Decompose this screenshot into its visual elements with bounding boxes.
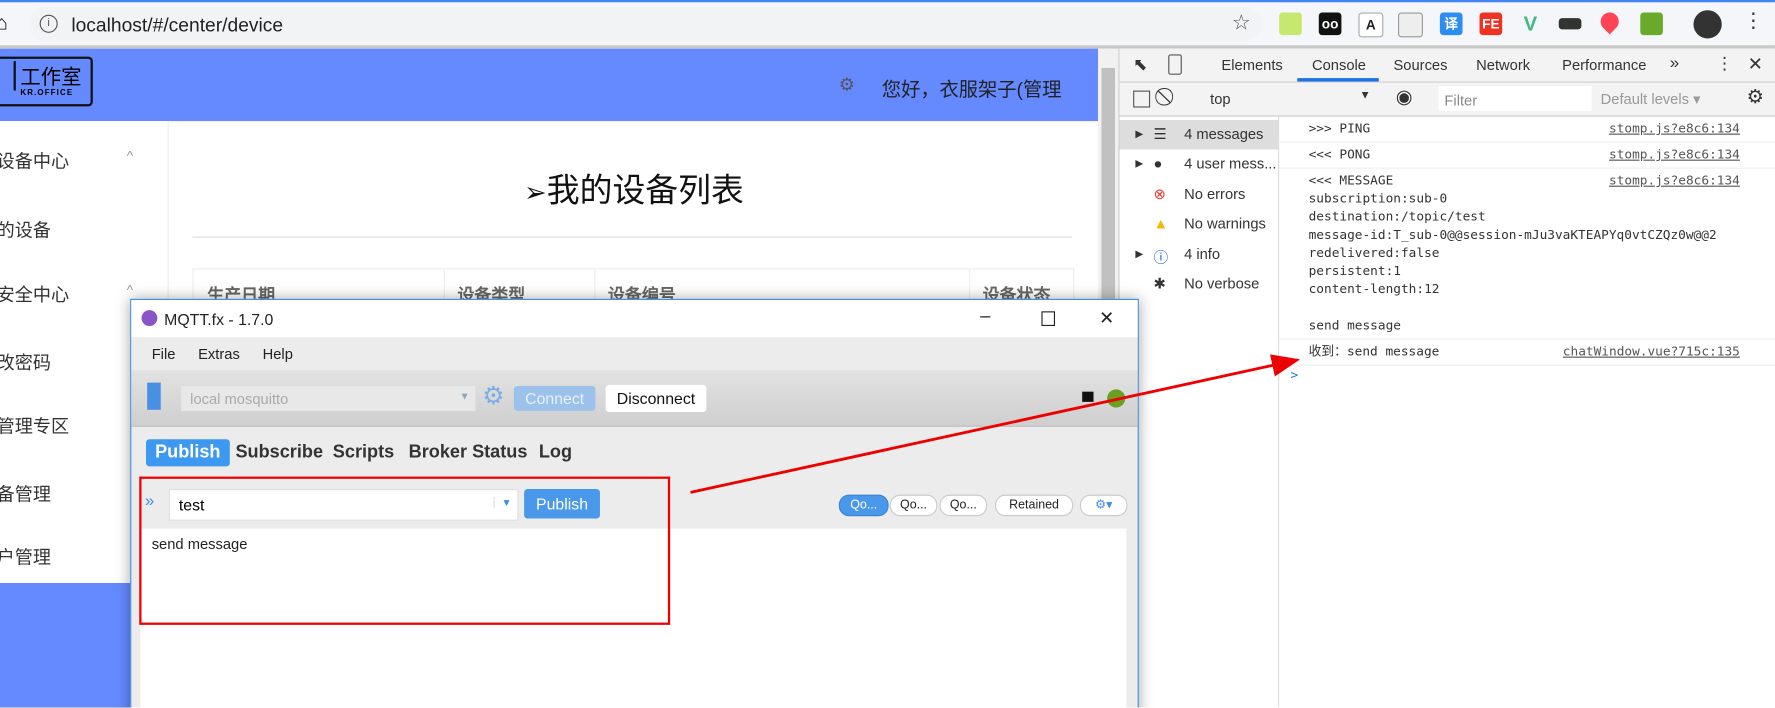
annotation-arrow <box>690 354 1301 494</box>
